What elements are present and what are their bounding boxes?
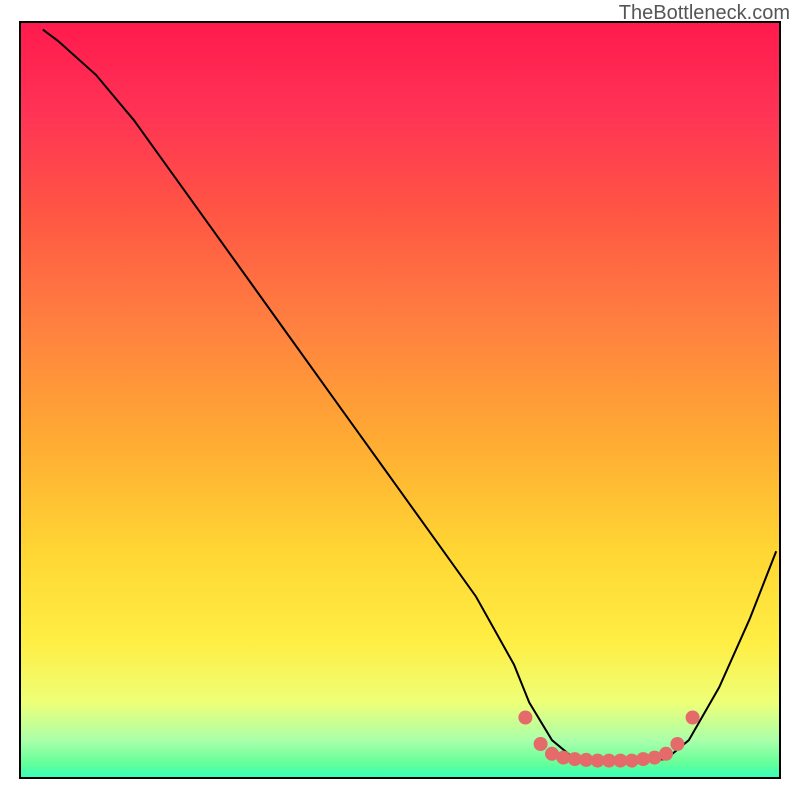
marker-dot [670,737,684,751]
watermark-text: TheBottleneck.com [619,2,790,25]
bottleneck-chart [0,0,800,800]
marker-dot [518,711,532,725]
marker-dot [659,747,673,761]
chart-container: TheBottleneck.com [0,0,800,800]
marker-dot [534,737,548,751]
plot-background [20,22,780,778]
marker-dot [686,711,700,725]
